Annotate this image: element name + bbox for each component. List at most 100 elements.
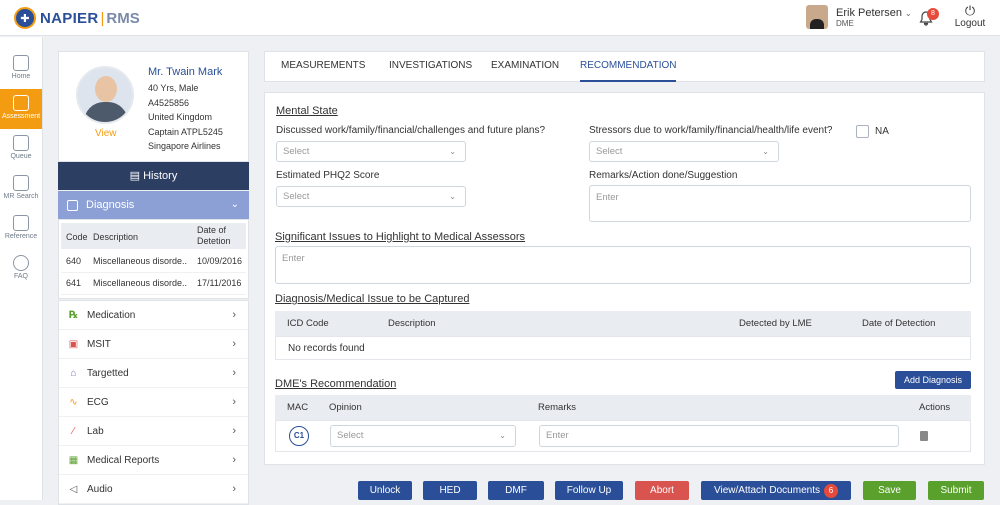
diagnosis-capture-body: No records found bbox=[275, 336, 971, 360]
view-profile-link[interactable]: View bbox=[95, 128, 117, 139]
recommendation-panel: Mental State Discussed work/family/finan… bbox=[264, 92, 985, 465]
question-icon bbox=[13, 255, 29, 271]
clipboard-icon: ▣ bbox=[68, 339, 79, 350]
sidebar-item-label: Medication bbox=[87, 310, 136, 321]
nav-reference[interactable]: Reference bbox=[0, 209, 42, 249]
tab-bar: MEASUREMENTS INVESTIGATIONS EXAMINATION … bbox=[264, 51, 985, 82]
sidebar-item-lab[interactable]: ⁄ Lab › bbox=[59, 417, 248, 446]
col-date-line1: Date of bbox=[197, 225, 227, 235]
history-label: History bbox=[143, 170, 178, 182]
table-row[interactable]: 640 Miscellaneous disorde.. 10/09/2016 bbox=[61, 251, 246, 273]
document-count-badge: 6 bbox=[823, 484, 838, 498]
logout-button[interactable]: ⏻ Logout bbox=[952, 4, 988, 30]
row-description: Miscellaneous disorde.. bbox=[93, 256, 188, 266]
add-diagnosis-button[interactable]: Add Diagnosis bbox=[895, 371, 971, 389]
tab-investigations[interactable]: INVESTIGATIONS bbox=[389, 60, 472, 71]
diagnosis-header[interactable]: Diagnosis ⌄ bbox=[58, 191, 249, 219]
patient-age-gender: 40 Yrs, Male bbox=[148, 83, 199, 93]
sidebar-item-ecg[interactable]: ∿ ECG › bbox=[59, 388, 248, 417]
sidebar-item-msit[interactable]: ▣ MSIT › bbox=[59, 330, 248, 359]
mental-state-title: Mental State bbox=[276, 105, 338, 117]
chevron-down-icon: ⌄ bbox=[499, 431, 506, 440]
nav-mr-search[interactable]: MR Search bbox=[0, 169, 42, 209]
user-menu[interactable]: Erik Petersen ⌄ DME bbox=[806, 5, 912, 29]
table-row[interactable]: 641 Miscellaneous disorde.. 17/11/2016 bbox=[61, 273, 246, 295]
nav-faq[interactable]: FAQ bbox=[0, 249, 42, 289]
significant-issues-textarea[interactable]: Enter bbox=[275, 246, 971, 284]
unlock-button[interactable]: Unlock bbox=[358, 481, 412, 500]
input-placeholder: Enter bbox=[546, 430, 569, 441]
sidebar-item-label: ECG bbox=[87, 397, 109, 408]
assessment-icon bbox=[13, 95, 29, 111]
sidebar-item-targetted[interactable]: ⌂ Targetted › bbox=[59, 359, 248, 388]
row-code: 640 bbox=[66, 256, 82, 266]
phq2-select[interactable]: Select ⌄ bbox=[276, 186, 466, 207]
chevron-down-icon: ⌄ bbox=[449, 147, 456, 156]
submit-button[interactable]: Submit bbox=[928, 481, 984, 500]
sidebar-item-label: Lab bbox=[87, 426, 104, 437]
home-icon bbox=[13, 55, 29, 71]
pipette-icon: ⁄ bbox=[72, 426, 75, 437]
dmf-button[interactable]: DMF bbox=[488, 481, 544, 500]
question-stressors: Stressors due to work/family/financial/h… bbox=[589, 125, 833, 136]
question-phq2: Estimated PHQ2 Score bbox=[276, 170, 380, 181]
nav-mr-search-label: MR Search bbox=[3, 193, 39, 200]
sidebar-item-medication[interactable]: ℞ Medication › bbox=[59, 301, 248, 330]
empty-records-text: No records found bbox=[288, 343, 365, 354]
diagnosis-capture-header: ICD Code Description Detected by LME Dat… bbox=[275, 311, 971, 336]
col-description: Description bbox=[93, 232, 139, 242]
history-button[interactable]: ▤ History bbox=[58, 162, 249, 190]
rx-icon: ℞ bbox=[69, 310, 78, 321]
view-attach-documents-button[interactable]: View/Attach Documents 6 bbox=[701, 481, 851, 500]
remarks-input[interactable]: Enter bbox=[539, 425, 899, 447]
chevron-right-icon: › bbox=[232, 396, 236, 408]
nav-assessment[interactable]: Assessment bbox=[0, 89, 42, 129]
pulse-icon: ∿ bbox=[69, 397, 78, 408]
follow-up-button[interactable]: Follow Up bbox=[555, 481, 623, 500]
patient-name: Mr. Twain Mark bbox=[148, 66, 223, 78]
nav-home[interactable]: Home bbox=[0, 49, 42, 89]
left-nav: Home Assessment Queue MR Search Referenc… bbox=[0, 37, 43, 500]
mac-badge: C1 bbox=[289, 426, 309, 446]
logo-separator: | bbox=[100, 9, 105, 27]
tab-examination[interactable]: EXAMINATION bbox=[491, 60, 559, 71]
logo-badge-icon: ✚ bbox=[14, 7, 36, 29]
nav-faq-label: FAQ bbox=[13, 273, 28, 280]
diagnosis-table: Code Description Date of Detetion 640 Mi… bbox=[58, 219, 249, 299]
textarea-placeholder: Enter bbox=[282, 253, 305, 264]
nav-assessment-label: Assessment bbox=[1, 113, 41, 120]
opinion-select[interactable]: Select ⌄ bbox=[330, 425, 516, 447]
logo-main-text: NAPIER bbox=[40, 9, 99, 27]
row-description: Miscellaneous disorde.. bbox=[93, 278, 188, 288]
row-code: 641 bbox=[66, 278, 82, 288]
nav-queue[interactable]: Queue bbox=[0, 129, 42, 169]
col-code: Code bbox=[66, 232, 88, 242]
save-button[interactable]: Save bbox=[863, 481, 916, 500]
discussed-plans-select[interactable]: Select ⌄ bbox=[276, 141, 466, 162]
na-label: NA bbox=[875, 126, 889, 137]
question-discussed-plans: Discussed work/family/financial/challeng… bbox=[276, 125, 546, 136]
reference-icon bbox=[13, 215, 29, 231]
hed-button[interactable]: HED bbox=[423, 481, 477, 500]
row-date: 17/11/2016 bbox=[197, 278, 242, 288]
trash-icon[interactable] bbox=[920, 431, 928, 441]
diagnosis-table-header: Code Description Date of Detetion bbox=[61, 223, 246, 249]
top-header: ✚ NAPIER | RMS Erik Petersen ⌄ DME 8 ⏻ Lo… bbox=[0, 0, 1000, 36]
app-logo[interactable]: ✚ NAPIER | RMS bbox=[14, 7, 140, 29]
patient-rank: Captain ATPL5245 bbox=[148, 126, 223, 137]
row-date: 10/09/2016 bbox=[197, 256, 243, 266]
na-checkbox[interactable] bbox=[856, 125, 869, 138]
tab-recommendation[interactable]: RECOMMENDATION bbox=[580, 60, 677, 82]
patient-airline: Singapore Airlines bbox=[148, 141, 221, 151]
chevron-down-icon: ⌄ bbox=[905, 8, 912, 18]
col-opinion: Opinion bbox=[329, 402, 362, 413]
diagnosis-title: Diagnosis bbox=[86, 199, 135, 211]
stressors-select[interactable]: Select ⌄ bbox=[589, 141, 779, 162]
tab-measurements[interactable]: MEASUREMENTS bbox=[281, 60, 365, 71]
abort-button[interactable]: Abort bbox=[635, 481, 689, 500]
history-icon: ▤ bbox=[129, 170, 141, 182]
chevron-right-icon: › bbox=[232, 338, 236, 350]
sidebar-item-medical-reports[interactable]: ▦ Medical Reports › bbox=[59, 446, 248, 475]
col-mac: MAC bbox=[287, 402, 309, 413]
remarks-textarea[interactable]: Enter bbox=[589, 185, 971, 222]
